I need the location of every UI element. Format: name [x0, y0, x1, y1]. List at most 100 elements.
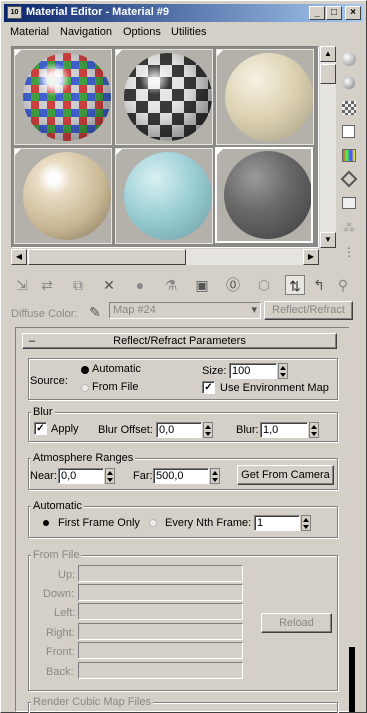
assign-material-icon[interactable]: ⧉: [68, 275, 88, 295]
every-nth-label[interactable]: Every Nth Frame:: [165, 517, 251, 529]
select-by-material-icon[interactable]: ⁂: [340, 218, 358, 238]
show-map-in-viewport-icon[interactable]: ⓪: [223, 275, 243, 295]
rollout-scrollbar[interactable]: [349, 327, 355, 712]
pick-eyedropper-icon[interactable]: ✎: [85, 302, 105, 322]
video-color-check-icon[interactable]: [340, 146, 358, 166]
far-input[interactable]: 500,0: [153, 468, 209, 484]
near-input[interactable]: 0,0: [58, 468, 104, 484]
cream-sphere: [225, 53, 313, 141]
blur-group-title: Blur: [31, 406, 55, 418]
back-file-button: [78, 662, 243, 679]
map-type-button[interactable]: Reflect/Refract: [264, 301, 353, 320]
sample-type-sphere-icon[interactable]: [340, 50, 358, 70]
radio-first-frame[interactable]: [43, 520, 49, 526]
minimize-icon[interactable]: _: [309, 6, 325, 20]
slots-vertical-scrollbar[interactable]: ▲ ▼: [320, 46, 336, 248]
blur-label: Blur:: [236, 424, 259, 436]
rollout-title: Reflect/Refract Parameters: [113, 335, 246, 347]
get-material-icon[interactable]: ⇲: [12, 275, 32, 295]
sample-slot-3[interactable]: [216, 49, 314, 145]
slot-corner-icon: [217, 50, 223, 56]
size-input[interactable]: 100: [229, 363, 277, 379]
first-frame-label[interactable]: First Frame Only: [58, 517, 140, 529]
pick-material-icon[interactable]: ⚲: [333, 275, 353, 295]
scroll-right-icon[interactable]: ▶: [303, 249, 319, 265]
scroll-left-icon[interactable]: ◀: [11, 249, 27, 265]
far-label: Far:: [133, 470, 153, 482]
scroll-thumb[interactable]: [320, 64, 336, 84]
go-forward-to-sibling-icon[interactable]: ↰: [309, 275, 329, 295]
make-preview-icon[interactable]: [340, 170, 358, 190]
radio-automatic[interactable]: [81, 366, 89, 374]
slot-corner-icon: [217, 149, 223, 155]
slots-horizontal-scrollbar[interactable]: ◀ ▶: [11, 249, 319, 265]
sample-slot-5[interactable]: [115, 148, 213, 244]
blur-offset-spinner[interactable]: [203, 422, 213, 438]
radio-every-nth[interactable]: [149, 519, 157, 527]
title-bar[interactable]: 10 Material Editor - Material #9 _ □ ×: [4, 4, 363, 22]
radio-from-file[interactable]: [81, 384, 89, 392]
menu-options[interactable]: Options: [123, 26, 161, 38]
options-icon[interactable]: [340, 194, 358, 214]
near-spinner[interactable]: [105, 468, 115, 484]
far-spinner[interactable]: [210, 468, 220, 484]
radio-from-file-label[interactable]: From File: [92, 381, 138, 393]
backlight-icon[interactable]: [340, 74, 358, 94]
rollout-header[interactable]: – Reflect/Refract Parameters: [22, 333, 337, 349]
blur-apply-checkbox[interactable]: ✓: [34, 422, 47, 435]
material-map-navigator-icon[interactable]: ⋮: [340, 242, 358, 262]
sample-slot-6[interactable]: [215, 147, 313, 243]
blur-spinner[interactable]: [309, 422, 319, 438]
near-label: Near:: [30, 470, 57, 482]
material-effects-channel-icon[interactable]: ▣: [192, 275, 212, 295]
reset-map-icon[interactable]: ✕: [99, 275, 119, 295]
scroll-down-icon[interactable]: ▼: [320, 232, 336, 248]
from-file-group-title: From File: [31, 549, 82, 561]
sample-slot-4[interactable]: [14, 148, 112, 244]
use-env-map-label[interactable]: Use Environment Map: [220, 382, 329, 394]
maximize-icon[interactable]: □: [326, 6, 342, 20]
dark-sphere: [224, 151, 311, 239]
sample-slots-area: [11, 46, 319, 248]
get-from-camera-button[interactable]: Get From Camera: [237, 465, 334, 485]
scroll-up-icon[interactable]: ▲: [320, 46, 336, 62]
menu-utilities[interactable]: Utilities: [171, 26, 206, 38]
material-editor-window: 10 Material Editor - Material #9 _ □ × M…: [0, 0, 367, 713]
rollout-scroll-thumb[interactable]: [349, 647, 355, 712]
put-material-to-scene-icon[interactable]: ⇄: [37, 275, 57, 295]
sample-slot-2[interactable]: [115, 49, 213, 145]
sample-slot-1[interactable]: [14, 49, 112, 145]
dropdown-arrow-icon: ▾: [251, 304, 257, 316]
reload-button: Reload: [261, 613, 332, 633]
blur-offset-input[interactable]: 0,0: [156, 422, 202, 438]
slot-corner-icon: [116, 149, 122, 155]
blur-input[interactable]: 1,0: [260, 422, 308, 438]
scroll-h-thumb[interactable]: [28, 249, 186, 265]
nth-frame-spinner[interactable]: [301, 515, 311, 531]
sample-uv-tiling-icon[interactable]: [340, 122, 358, 142]
front-label: Front:: [46, 646, 75, 658]
slot-corner-icon: [116, 50, 122, 56]
put-to-library-icon[interactable]: ⚗: [161, 275, 181, 295]
nth-frame-input[interactable]: 1: [254, 515, 300, 531]
background-checker-icon[interactable]: [340, 98, 358, 118]
menu-material[interactable]: Material: [10, 26, 49, 38]
atmosphere-group-title: Atmosphere Ranges: [31, 452, 136, 464]
blur-apply-label[interactable]: Apply: [51, 423, 79, 435]
map-name-field[interactable]: Map #24 ▾: [109, 302, 261, 319]
slot-corner-icon: [15, 149, 21, 155]
left-file-button: [78, 603, 243, 620]
radio-automatic-label[interactable]: Automatic: [92, 363, 141, 375]
render-cubic-group-title: Render Cubic Map Files: [31, 696, 153, 708]
use-env-map-checkbox[interactable]: ✓: [202, 381, 215, 394]
size-spinner[interactable]: [278, 363, 288, 379]
back-label: Back:: [46, 666, 74, 678]
go-to-parent-icon[interactable]: ⇅: [285, 275, 305, 295]
close-icon[interactable]: ×: [345, 6, 361, 20]
diffuse-color-label: Diffuse Color:: [11, 308, 78, 320]
show-end-result-icon[interactable]: ⬡: [254, 275, 274, 295]
cyan-sphere: [124, 152, 212, 240]
menu-navigation[interactable]: Navigation: [60, 26, 112, 38]
make-unique-icon[interactable]: ●: [130, 275, 150, 295]
source-label: Source:: [30, 375, 68, 387]
